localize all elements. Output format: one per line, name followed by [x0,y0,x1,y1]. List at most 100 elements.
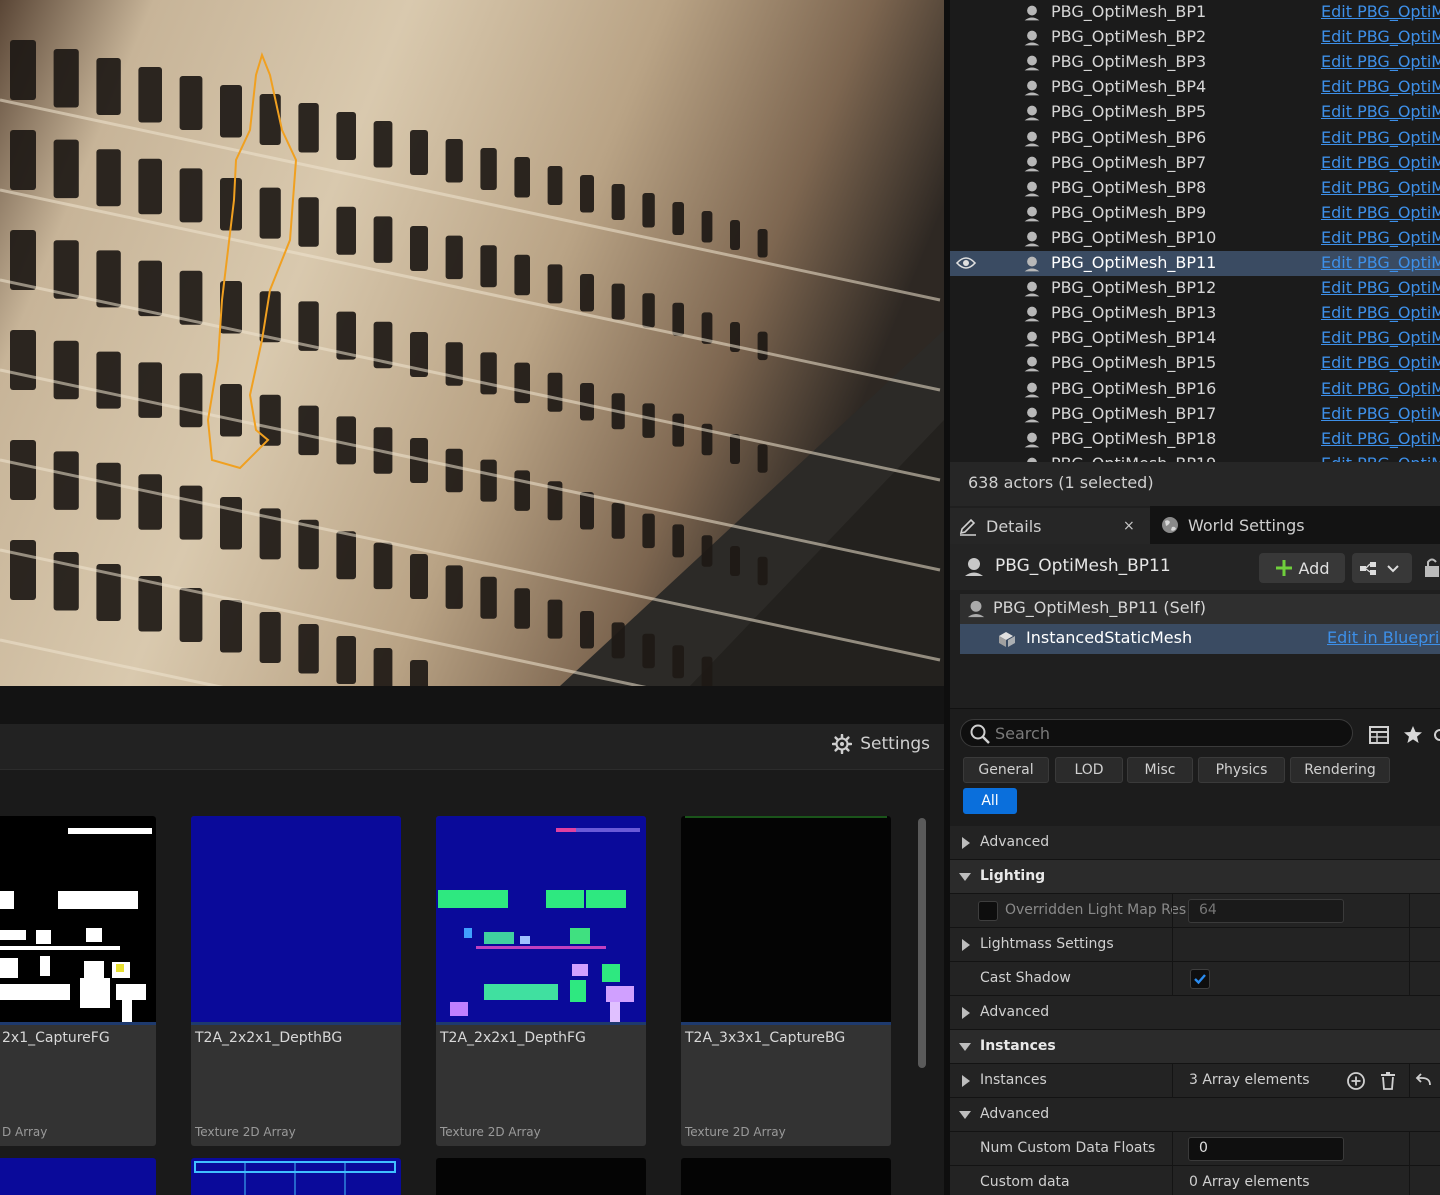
expand-arrow-icon[interactable] [962,1075,970,1087]
category-advanced[interactable]: Advanced [950,826,1440,860]
edit-blueprint-link[interactable]: Edit PBG_OptiM [1321,303,1440,322]
edit-blueprint-link[interactable]: Edit PBG_OptiM [1321,328,1440,347]
edit-blueprint-link[interactable]: Edit PBG_OptiM [1321,454,1440,462]
component-row-instanced-static-mesh[interactable]: InstancedStaticMesh Edit in Blueprint [960,624,1440,654]
outliner-row[interactable]: PBG_OptiMesh_BP2 Edit PBG_OptiM [950,25,1440,50]
collapse-arrow-icon[interactable] [959,1043,971,1051]
close-icon[interactable]: × [1123,518,1135,534]
star-icon[interactable] [1403,725,1423,745]
filter-lod[interactable]: LOD [1055,757,1123,783]
tab-world-settings[interactable]: World Settings [1158,506,1305,544]
reset-icon[interactable] [1414,1071,1434,1091]
outliner-row[interactable]: PBG_OptiMesh_BP17 Edit PBG_OptiM [950,402,1440,427]
expand-arrow-icon[interactable] [962,939,970,951]
collapse-arrow-icon[interactable] [959,873,971,881]
edit-blueprint-link[interactable]: Edit PBG_OptiM [1321,404,1440,423]
add-circle-icon[interactable] [1346,1071,1366,1091]
gear-icon[interactable] [1434,725,1440,745]
lock-icon[interactable] [1424,557,1440,579]
outliner-row[interactable]: PBG_OptiMesh_BP4 Edit PBG_OptiM [950,75,1440,100]
building-window [259,394,281,446]
edit-in-blueprint-link[interactable]: Edit in Blueprint [1327,628,1440,647]
column-divider [1409,1132,1410,1166]
filter-general[interactable]: General [963,757,1049,783]
settings-button[interactable]: Settings [832,734,930,754]
outliner-row[interactable]: PBG_OptiMesh_BP10 Edit PBG_OptiM [950,226,1440,251]
property-lightmass-settings[interactable]: Lightmass Settings [950,928,1440,962]
filter-physics[interactable]: Physics [1198,757,1285,783]
content-scrollbar[interactable] [918,818,926,1068]
edit-blueprint-link[interactable]: Edit PBG_OptiM [1321,52,1440,71]
actor-name[interactable]: PBG_OptiMesh_BP11 [995,556,1171,576]
outliner-row[interactable]: PBG_OptiMesh_BP12 Edit PBG_OptiM [950,276,1440,301]
outliner-row[interactable]: PBG_OptiMesh_BP11 Edit PBG_OptiM [950,251,1440,276]
category-lighting[interactable]: Lighting [950,860,1440,894]
person-icon [965,558,983,576]
edit-blueprint-link[interactable]: Edit PBG_OptiM [1321,278,1440,297]
outliner-row[interactable]: PBG_OptiMesh_BP1 Edit PBG_OptiM [950,0,1440,25]
override-checkbox[interactable] [978,901,998,921]
building-window [259,612,281,663]
building-window [480,245,497,288]
category-advanced[interactable]: Advanced [950,1098,1440,1132]
edit-blueprint-link[interactable]: Edit PBG_OptiM [1321,27,1440,46]
details-search[interactable] [960,719,1353,747]
num-custom-data-field[interactable]: 0 [1188,1137,1344,1161]
filter-misc[interactable]: Misc [1127,757,1193,783]
edit-blueprint-link[interactable]: Edit PBG_OptiM [1321,77,1440,96]
outliner-row[interactable]: PBG_OptiMesh_BP5 Edit PBG_OptiM [950,100,1440,125]
asset-tile[interactable] [436,1158,646,1195]
level-viewport[interactable] [0,0,944,686]
eye-icon[interactable] [956,256,976,270]
outliner-row[interactable]: PBG_OptiMesh_BP14 Edit PBG_OptiM [950,326,1440,351]
asset-tile[interactable]: T2A_2x2x1_DepthBG Texture 2D Array [191,816,401,1146]
edit-blueprint-link[interactable]: Edit PBG_OptiM [1321,429,1440,448]
category-advanced[interactable]: Advanced [950,996,1440,1030]
outliner-row[interactable]: PBG_OptiMesh_BP6 Edit PBG_OptiM [950,126,1440,151]
outliner-row[interactable]: PBG_OptiMesh_BP15 Edit PBG_OptiM [950,351,1440,376]
edit-blueprint-link[interactable]: Edit PBG_OptiM [1321,153,1440,172]
edit-blueprint-link[interactable]: Edit PBG_OptiM [1321,2,1440,21]
asset-tile[interactable]: T2A_3x3x1_CaptureBG Texture 2D Array [681,816,891,1146]
outliner-row[interactable]: PBG_OptiMesh_BP7 Edit PBG_OptiM [950,151,1440,176]
light-map-res-field[interactable]: 64 [1188,899,1344,923]
table-icon[interactable] [1369,725,1389,745]
trash-icon[interactable] [1378,1071,1398,1091]
asset-tile[interactable]: T2A_2x2x1_DepthFG Texture 2D Array [436,816,646,1146]
search-icon [970,724,990,744]
tab-details[interactable]: Details × [950,506,1150,544]
asset-tile[interactable] [0,1158,156,1195]
edit-blueprint-link[interactable]: Edit PBG_OptiM [1321,228,1440,247]
outliner-row[interactable]: PBG_OptiMesh_BP8 Edit PBG_OptiM [950,176,1440,201]
category-instances[interactable]: Instances [950,1030,1440,1064]
expand-arrow-icon[interactable] [962,837,970,849]
asset-tile[interactable]: 2x1_CaptureFG D Array [0,816,156,1146]
outliner-row[interactable]: PBG_OptiMesh_BP16 Edit PBG_OptiM [950,377,1440,402]
outliner-row[interactable]: PBG_OptiMesh_BP9 Edit PBG_OptiM [950,201,1440,226]
outliner-row[interactable]: PBG_OptiMesh_BP13 Edit PBG_OptiM [950,301,1440,326]
person-icon [1024,131,1040,146]
property-label: Custom data [980,1174,1070,1190]
filter-all[interactable]: All [963,788,1017,814]
asset-tile[interactable] [681,1158,891,1195]
edit-blueprint-link[interactable]: Edit PBG_OptiM [1321,203,1440,222]
edit-blueprint-link[interactable]: Edit PBG_OptiM [1321,178,1440,197]
filter-rendering[interactable]: Rendering [1290,757,1390,783]
component-self-row[interactable]: PBG_OptiMesh_BP11 (Self) [960,594,1440,624]
edit-blueprint-link[interactable]: Edit PBG_OptiM [1321,353,1440,372]
edit-blueprint-link[interactable]: Edit PBG_OptiM [1321,253,1440,272]
outliner-row[interactable]: PBG_OptiMesh_BP18 Edit PBG_OptiM [950,427,1440,452]
property-instances[interactable]: Instances 3 Array elements [950,1064,1440,1098]
edit-blueprint-link[interactable]: Edit PBG_OptiM [1321,379,1440,398]
outliner-row[interactable]: PBG_OptiMesh_BP3 Edit PBG_OptiM [950,50,1440,75]
asset-tile[interactable] [191,1158,401,1195]
search-input[interactable] [995,722,1335,744]
blueprint-button[interactable] [1352,553,1412,583]
expand-arrow-icon[interactable] [962,1007,970,1019]
edit-blueprint-link[interactable]: Edit PBG_OptiM [1321,102,1440,121]
cast-shadow-checkbox[interactable] [1190,969,1210,989]
outliner-row[interactable]: PBG_OptiMesh_BP19 Edit PBG_OptiM [950,452,1440,462]
add-component-button[interactable]: Add [1259,553,1345,583]
edit-blueprint-link[interactable]: Edit PBG_OptiM [1321,128,1440,147]
collapse-arrow-icon[interactable] [959,1111,971,1119]
